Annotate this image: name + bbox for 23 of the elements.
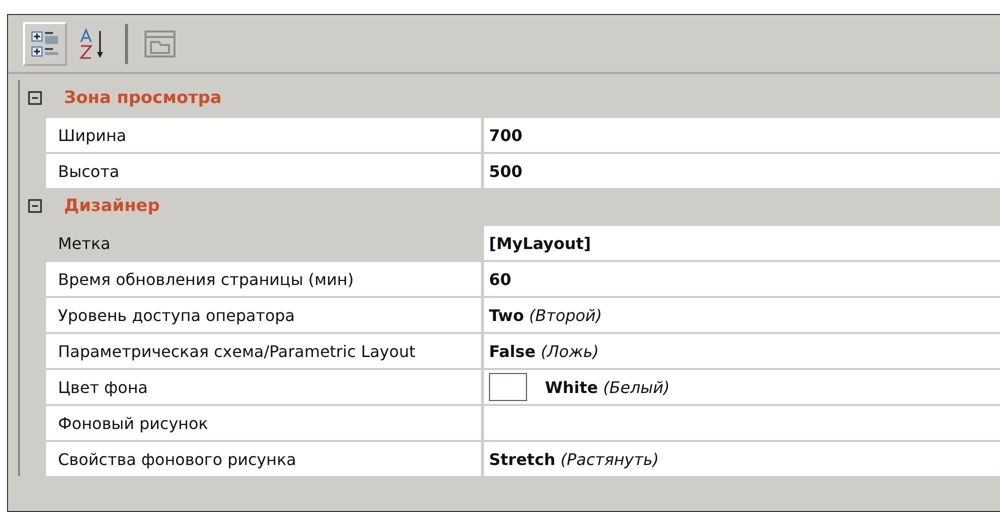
property-name[interactable]: Ширина	[46, 118, 484, 152]
property-value[interactable]: False (Ложь)	[484, 334, 1000, 368]
property-value[interactable]: [MyLayout]	[484, 226, 1000, 260]
category-title: Дизайнер	[64, 196, 160, 216]
property-name[interactable]: Высота	[46, 154, 484, 188]
property-name[interactable]: Параметрическая схема/Parametric Layout	[46, 334, 484, 368]
property-value[interactable]: Two (Второй)	[484, 298, 1000, 332]
collapse-icon[interactable]	[28, 91, 42, 105]
property-name[interactable]: Время обновления страницы (мин)	[46, 262, 484, 296]
property-value[interactable]: 700	[484, 118, 1000, 152]
categorized-icon	[30, 28, 60, 58]
collapse-icon[interactable]	[28, 199, 42, 213]
property-name[interactable]: Свойства фонового рисунка	[46, 442, 484, 476]
property-value[interactable]: 60	[484, 262, 1000, 296]
category-title: Зона просмотра	[64, 88, 222, 108]
property-name[interactable]: Цвет фона	[46, 370, 484, 404]
property-value[interactable]: White (Белый)	[484, 370, 1000, 404]
property-pages-icon	[144, 30, 176, 58]
property-name[interactable]: Уровень доступа оператора	[46, 298, 484, 332]
property-name[interactable]: Фоновый рисунок	[46, 406, 484, 440]
property-value[interactable]: 500	[484, 154, 1000, 188]
categorized-button[interactable]	[23, 22, 67, 66]
property-value[interactable]: Stretch (Растянуть)	[484, 442, 1000, 476]
